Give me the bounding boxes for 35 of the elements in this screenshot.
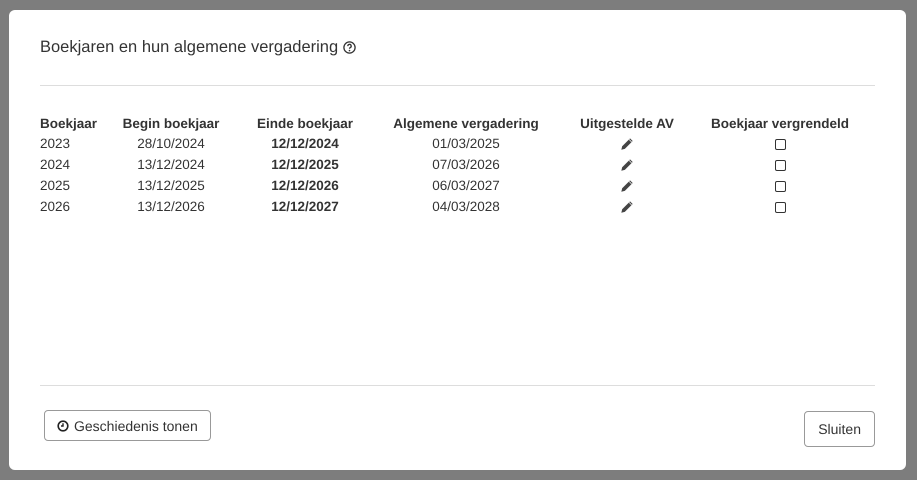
table-cell: 06/03/2027 bbox=[432, 178, 500, 193]
pencil-icon[interactable] bbox=[620, 137, 634, 152]
table-cell: 12/12/2026 bbox=[271, 178, 339, 193]
table-cell: 12/12/2027 bbox=[271, 199, 339, 214]
table-cell: 2025 bbox=[40, 178, 70, 193]
table-cell: 2026 bbox=[40, 199, 70, 214]
table-cell: 12/12/2024 bbox=[271, 136, 339, 151]
table-cell: 01/03/2025 bbox=[432, 136, 500, 151]
table-cell: 04/03/2028 bbox=[432, 199, 500, 214]
column-header: Begin boekjaar bbox=[122, 114, 220, 133]
column-header: Boekjaar bbox=[40, 114, 98, 133]
clock-icon bbox=[57, 420, 69, 432]
checkbox[interactable] bbox=[774, 160, 786, 171]
table-cell: 28/10/2024 bbox=[137, 136, 205, 151]
column-header: Einde boekjaar bbox=[256, 114, 354, 133]
table-cell: 13/12/2025 bbox=[137, 178, 205, 193]
table-cell: 13/12/2026 bbox=[137, 199, 205, 214]
pencil-icon[interactable] bbox=[620, 179, 634, 194]
table-cell: 07/03/2026 bbox=[432, 157, 500, 172]
checkbox[interactable] bbox=[774, 202, 786, 213]
pencil-icon[interactable] bbox=[620, 200, 634, 214]
table-cell: 2023 bbox=[40, 136, 70, 151]
column-header: Boekjaar vergrendeld bbox=[710, 114, 850, 133]
table-cell: 12/12/2025 bbox=[271, 157, 339, 172]
column-header: Uitgestelde AV bbox=[579, 114, 675, 133]
dialog-title: Boekjaren en hun algemene vergadering bbox=[40, 38, 338, 57]
close-button[interactable]: Sluiten bbox=[804, 411, 875, 447]
table-cell: 2024 bbox=[40, 157, 70, 172]
table-cell: 13/12/2024 bbox=[137, 157, 205, 172]
checkbox[interactable] bbox=[774, 138, 786, 150]
history-button[interactable]: Geschiedenis tonen bbox=[44, 410, 211, 441]
pencil-icon[interactable] bbox=[620, 158, 634, 172]
column-header: Algemene vergadering bbox=[392, 114, 540, 133]
checkbox[interactable] bbox=[774, 180, 786, 192]
help-icon[interactable] bbox=[343, 41, 356, 54]
